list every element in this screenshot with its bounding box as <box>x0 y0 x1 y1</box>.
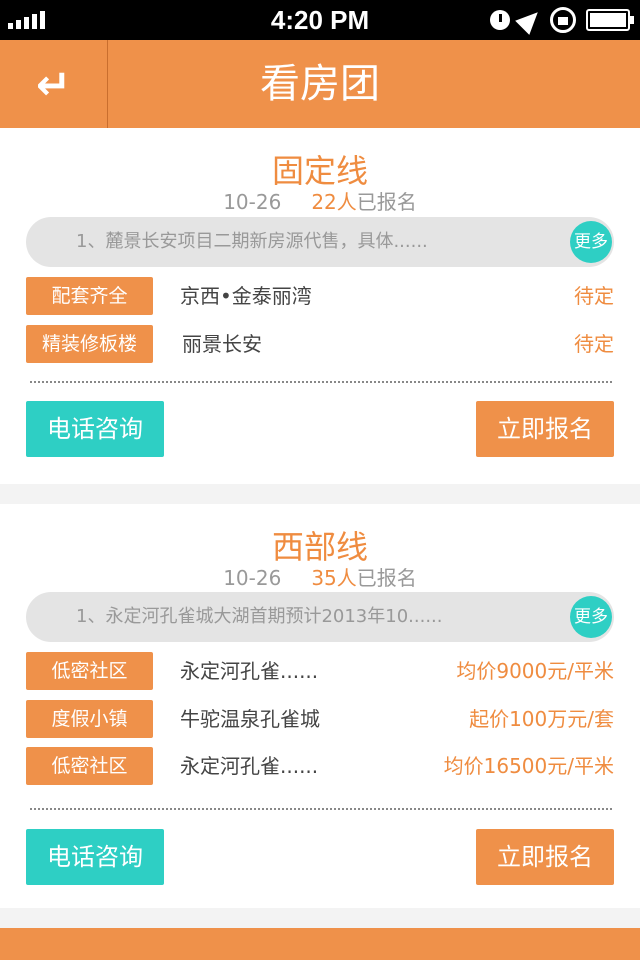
property-name: 丽景长安 <box>182 332 262 356</box>
property-price: 均价9000元/平米 <box>456 659 614 683</box>
property-price: 起价100万元/套 <box>469 707 614 731</box>
property-name: 牛驼温泉孔雀城 <box>180 707 320 731</box>
notice-bar[interactable]: 1、永定河孔雀城大湖首期预计2013年10...... 更多 <box>26 592 614 642</box>
notice-bar[interactable]: 1、麓景长安项目二期新房源代售，具体...... 更多 <box>26 217 614 267</box>
tour-group-card: 固定线 10-26 22人已报名 1、麓景长安项目二期新房源代售，具体......… <box>0 128 640 484</box>
feature-tag: 低密社区 <box>26 652 153 690</box>
more-button[interactable]: 更多 <box>570 596 612 638</box>
rotation-lock-icon <box>550 7 576 33</box>
group-count: 35人 <box>311 566 357 590</box>
property-price: 待定 <box>574 284 614 308</box>
property-price: 待定 <box>574 332 614 356</box>
back-arrow-icon: ↵ <box>35 59 72 109</box>
dotted-divider <box>30 381 612 383</box>
group-count: 22人 <box>311 190 357 214</box>
feature-tag: 度假小镇 <box>26 700 153 738</box>
group-meta: 10-26 35人已报名 <box>0 562 640 591</box>
group-count-suffix: 已报名 <box>356 190 417 214</box>
notice-text: 1、永定河孔雀城大湖首期预计2013年10...... <box>76 606 443 627</box>
signup-button[interactable]: 立即报名 <box>476 401 614 457</box>
group-meta: 10-26 22人已报名 <box>0 186 640 215</box>
more-button[interactable]: 更多 <box>570 221 612 263</box>
call-button[interactable]: 电话咨询 <box>26 401 164 457</box>
group-date: 10-26 <box>223 190 282 214</box>
signup-button[interactable]: 立即报名 <box>476 829 614 885</box>
location-arrow-icon <box>515 5 545 35</box>
feature-tag: 低密社区 <box>26 747 153 785</box>
alarm-clock-icon <box>490 10 510 30</box>
app-header: ↵ 看房团 <box>0 40 640 128</box>
group-count-suffix: 已报名 <box>356 566 417 590</box>
tour-group-card: 西部线 10-26 35人已报名 1、永定河孔雀城大湖首期预计2013年10...… <box>0 504 640 908</box>
list-item[interactable]: 配套齐全 京西•金泰丽湾 待定 <box>26 277 614 317</box>
property-name: 京西•金泰丽湾 <box>180 284 312 308</box>
notice-text: 1、麓景长安项目二期新房源代售，具体...... <box>76 231 428 252</box>
list-item[interactable]: 低密社区 永定河孔雀...... 均价9000元/平米 <box>26 652 614 692</box>
call-button[interactable]: 电话咨询 <box>26 829 164 885</box>
bottom-bar <box>0 928 640 960</box>
list-item[interactable]: 度假小镇 牛驼温泉孔雀城 起价100万元/套 <box>26 700 614 740</box>
dotted-divider <box>30 808 612 810</box>
group-date: 10-26 <box>223 566 282 590</box>
list-item[interactable]: 精装修板楼 丽景长安 待定 <box>26 325 614 365</box>
property-name: 永定河孔雀...... <box>180 754 319 778</box>
property-name: 永定河孔雀...... <box>180 659 319 683</box>
property-price: 均价16500元/平米 <box>443 754 614 778</box>
feature-tag: 配套齐全 <box>26 277 153 315</box>
back-button[interactable]: ↵ <box>0 40 108 128</box>
feature-tag: 精装修板楼 <box>26 325 153 363</box>
battery-icon <box>586 9 634 31</box>
list-item[interactable]: 低密社区 永定河孔雀...... 均价16500元/平米 <box>26 747 614 787</box>
status-bar: 4:20 PM <box>0 0 640 40</box>
